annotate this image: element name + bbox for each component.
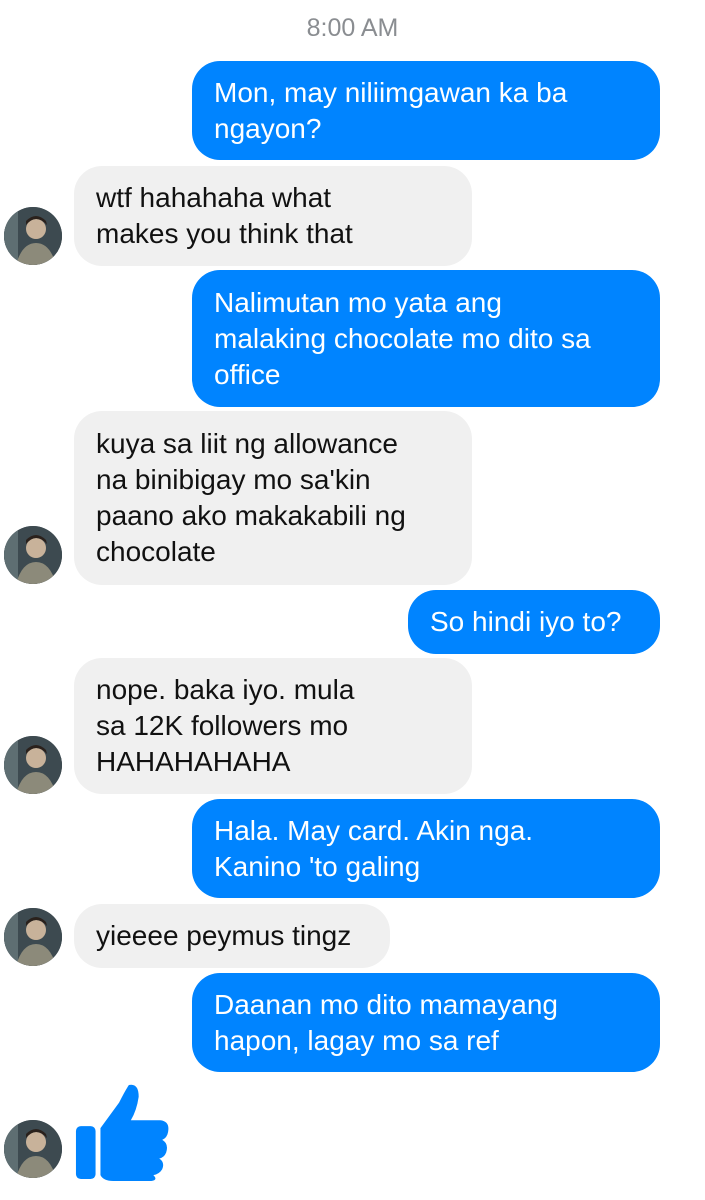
contact-avatar[interactable] [4,1120,62,1178]
contact-avatar[interactable] [4,736,62,794]
incoming-message-bubble[interactable]: kuya sa liit ng allowance na binibigay m… [74,411,472,585]
outgoing-message-bubble[interactable]: Hala. May card. Akin nga. Kanino 'to gal… [192,799,660,898]
avatar-photo-icon [4,908,62,966]
contact-avatar[interactable] [4,207,62,265]
avatar-photo-icon [4,526,62,584]
avatar-photo-icon [4,207,62,265]
thumbs-up-icon[interactable] [74,1083,172,1181]
contact-avatar[interactable] [4,908,62,966]
timestamp: 8:00 AM [306,14,399,42]
avatar-photo-icon [4,736,62,794]
outgoing-message-bubble[interactable]: Daanan mo dito mamayang hapon, lagay mo … [192,973,660,1072]
outgoing-message-bubble[interactable]: Mon, may niliimgawan ka ba ngayon? [192,61,660,160]
contact-avatar[interactable] [4,526,62,584]
incoming-message-bubble[interactable]: wtf hahahaha what makes you think that [74,166,472,266]
incoming-message-bubble[interactable]: nope. baka iyo. mula sa 12K followers mo… [74,658,472,794]
outgoing-message-bubble[interactable]: Nalimutan mo yata ang malaking chocolate… [192,270,660,407]
avatar-photo-icon [4,1120,62,1178]
incoming-message-bubble[interactable]: yieeee peymus tingz [74,904,390,968]
outgoing-message-bubble[interactable]: So hindi iyo to? [408,590,660,654]
